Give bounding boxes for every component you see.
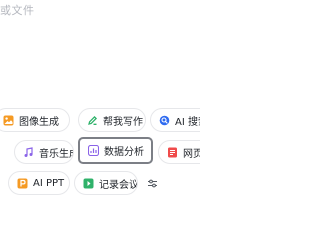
- chip-help-write[interactable]: 帮我写作: [78, 108, 146, 132]
- prompt-input[interactable]: 或文件: [0, 0, 200, 100]
- chip-record-meeting[interactable]: 记录会议: [74, 171, 138, 195]
- chip-label: 音乐生成: [39, 148, 73, 160]
- chip-label: AI PPT: [33, 177, 65, 189]
- chart-icon: [88, 145, 99, 156]
- chip-label: AI 搜索: [175, 116, 200, 128]
- pen-icon: [87, 115, 98, 126]
- chip-ai-search[interactable]: AI 搜索: [150, 108, 200, 132]
- chip-label: 网页摘: [183, 148, 200, 160]
- mic-icon: [83, 178, 94, 189]
- chat-composer: 或文件 图像生成 帮我写作 AI 搜索 音乐生成 数据分析: [0, 0, 200, 200]
- chip-image-generation[interactable]: 图像生成: [0, 108, 70, 132]
- prompt-placeholder: 或文件: [0, 4, 35, 17]
- more-tools-button[interactable]: [142, 171, 162, 195]
- chip-ai-ppt[interactable]: AI PPT: [8, 171, 70, 195]
- chip-label: 记录会议: [99, 179, 138, 191]
- ppt-icon: [17, 178, 28, 189]
- search-icon: [159, 115, 170, 126]
- chip-label: 帮我写作: [103, 116, 143, 128]
- chip-label: 图像生成: [19, 116, 59, 128]
- doc-icon: [167, 147, 178, 158]
- chip-label: 数据分析: [104, 147, 144, 158]
- sliders-icon: [147, 178, 158, 189]
- music-icon: [23, 146, 34, 158]
- chip-web-summary[interactable]: 网页摘: [158, 140, 200, 164]
- chip-data-analysis[interactable]: 数据分析: [78, 137, 153, 164]
- image-icon: [3, 115, 14, 126]
- chip-music-generation[interactable]: 音乐生成: [14, 140, 74, 164]
